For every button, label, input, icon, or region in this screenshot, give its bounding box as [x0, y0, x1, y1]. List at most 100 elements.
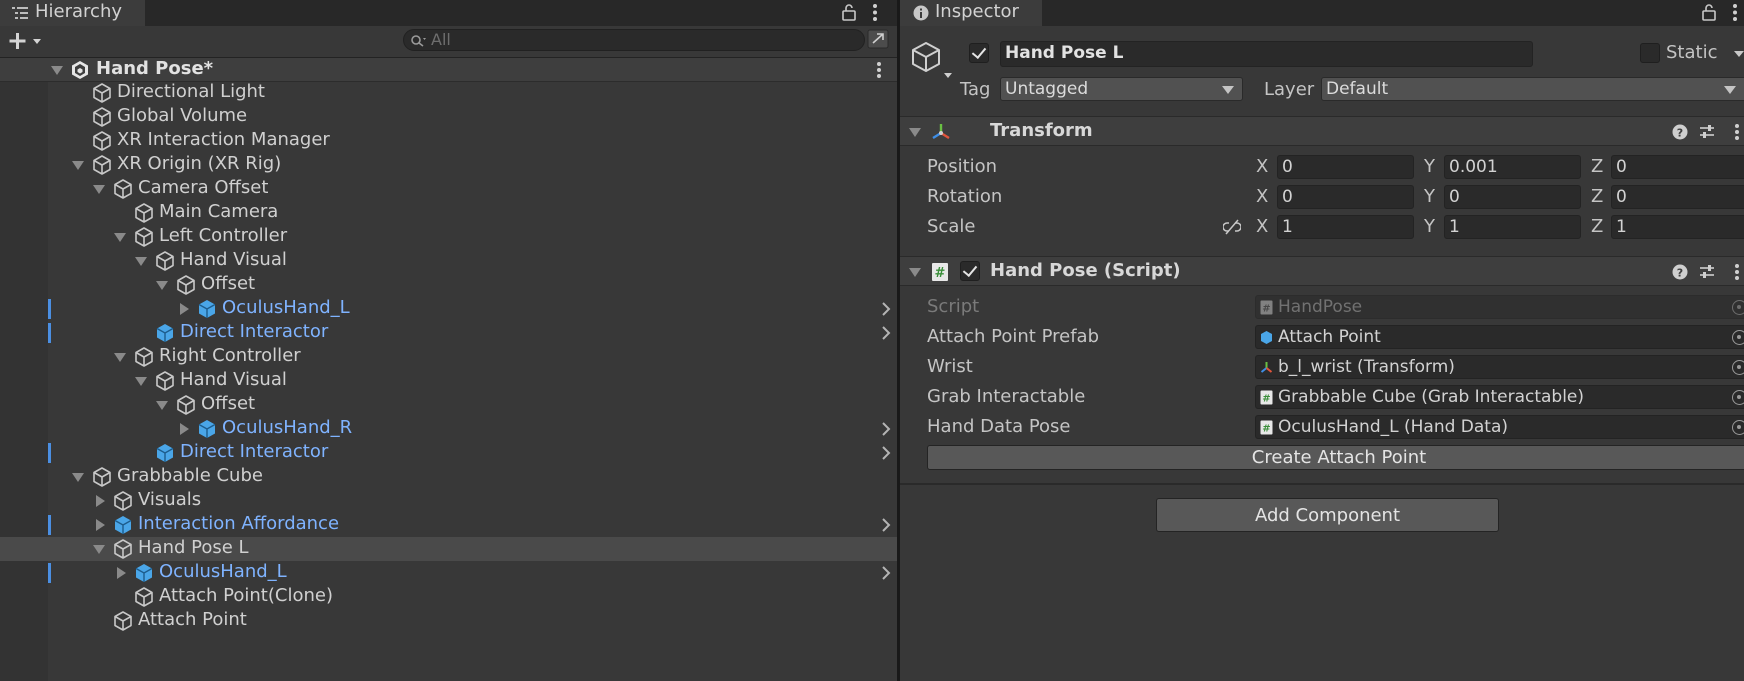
tab-hierarchy[interactable]: Hierarchy — [0, 0, 145, 26]
y-label[interactable]: Y — [1424, 156, 1435, 177]
hierarchy-item[interactable]: OculusHand_L — [0, 297, 897, 321]
hierarchy-item[interactable]: Hand Visual — [0, 369, 897, 393]
x-label[interactable]: X — [1256, 186, 1268, 207]
lock-icon[interactable] — [842, 4, 856, 21]
more-options-icon[interactable] — [1732, 3, 1738, 22]
collapse-arrow-icon[interactable] — [96, 519, 105, 531]
scale-z-field[interactable]: 1 — [1611, 215, 1744, 239]
object-picker-icon[interactable] — [1732, 360, 1744, 375]
expand-arrow-icon[interactable] — [114, 233, 126, 242]
hierarchy-item[interactable]: Offset — [0, 273, 897, 297]
y-label[interactable]: Y — [1424, 216, 1435, 237]
z-label[interactable]: Z — [1591, 186, 1603, 207]
expand-arrow-icon[interactable] — [156, 401, 168, 410]
object-name-field[interactable]: Hand Pose L — [1000, 41, 1533, 67]
add-dropdown-button[interactable] — [9, 32, 43, 50]
attach-point-prefab-field[interactable]: Attach Point — [1255, 325, 1744, 349]
hierarchy-item[interactable]: Direct Interactor — [0, 441, 897, 465]
hierarchy-item[interactable]: OculusHand_R — [0, 417, 897, 441]
constrain-proportions-icon[interactable] — [1223, 219, 1241, 235]
hierarchy-item[interactable]: Right Controller — [0, 345, 897, 369]
hierarchy-item[interactable]: Hand Visual — [0, 249, 897, 273]
scale-x-field[interactable]: 1 — [1277, 215, 1414, 239]
presets-icon[interactable] — [1698, 263, 1716, 281]
z-label[interactable]: Z — [1591, 156, 1603, 177]
open-prefab-arrow-icon[interactable] — [880, 565, 892, 581]
expand-arrow-icon[interactable] — [93, 185, 105, 194]
scene-row[interactable]: Hand Pose* — [0, 58, 897, 82]
hand-pose-script-header[interactable]: # Hand Pose (Script) ? — [900, 256, 1744, 286]
position-y-field[interactable]: 0.001 — [1444, 155, 1581, 179]
position-x-field[interactable]: 0 — [1277, 155, 1414, 179]
gameobject-icon[interactable] — [910, 40, 954, 84]
expand-arrow-icon[interactable] — [93, 545, 105, 554]
scene-visibility-icon[interactable] — [867, 29, 889, 49]
tab-inspector[interactable]: Inspector — [900, 0, 1042, 26]
rotation-z-field[interactable]: 0 — [1611, 185, 1744, 209]
open-prefab-arrow-icon[interactable] — [880, 421, 892, 437]
expand-arrow-icon[interactable] — [135, 377, 147, 386]
static-dropdown-icon[interactable] — [1734, 50, 1744, 58]
hierarchy-item[interactable]: XR Origin (XR Rig) — [0, 153, 897, 177]
component-more-icon[interactable] — [1734, 263, 1740, 281]
grab-interactable-field[interactable]: # Grabbable Cube (Grab Interactable) — [1255, 385, 1744, 409]
expand-arrow-icon[interactable] — [72, 473, 84, 482]
active-checkbox[interactable] — [969, 43, 989, 63]
static-checkbox[interactable] — [1640, 43, 1660, 63]
hand-data-pose-field[interactable]: # OculusHand_L (Hand Data) — [1255, 415, 1744, 439]
scene-more-icon[interactable] — [876, 61, 882, 79]
hierarchy-item[interactable]: Directional Light — [0, 81, 897, 105]
expand-arrow-icon[interactable] — [51, 66, 63, 75]
hierarchy-item[interactable]: Attach Point(Clone) — [0, 585, 897, 609]
y-label[interactable]: Y — [1424, 186, 1435, 207]
collapse-arrow-icon[interactable] — [117, 567, 126, 579]
foldout-arrow-icon[interactable] — [909, 128, 921, 137]
hierarchy-item[interactable]: Attach Point — [0, 609, 897, 633]
object-picker-icon[interactable] — [1732, 330, 1744, 345]
presets-icon[interactable] — [1698, 123, 1716, 141]
hierarchy-item[interactable]: Main Camera — [0, 201, 897, 225]
expand-arrow-icon[interactable] — [156, 281, 168, 290]
scale-y-field[interactable]: 1 — [1444, 215, 1581, 239]
x-label[interactable]: X — [1256, 156, 1268, 177]
tag-dropdown[interactable]: Untagged — [1000, 77, 1243, 101]
rotation-y-field[interactable]: 0 — [1444, 185, 1581, 209]
hierarchy-item[interactable]: Direct Interactor — [0, 321, 897, 345]
hierarchy-item[interactable]: Camera Offset — [0, 177, 897, 201]
wrist-field[interactable]: b_l_wrist (Transform) — [1255, 355, 1744, 379]
hierarchy-item[interactable]: Left Controller — [0, 225, 897, 249]
help-icon[interactable]: ? — [1672, 124, 1688, 140]
transform-header[interactable]: Transform ? — [900, 116, 1744, 146]
object-picker-icon[interactable] — [1732, 420, 1744, 435]
hierarchy-item[interactable]: Offset — [0, 393, 897, 417]
hierarchy-item[interactable]: OculusHand_L — [0, 561, 897, 585]
collapse-arrow-icon[interactable] — [96, 495, 105, 507]
hierarchy-item[interactable]: Visuals — [0, 489, 897, 513]
hierarchy-item[interactable]: Interaction Affordance — [0, 513, 897, 537]
collapse-arrow-icon[interactable] — [180, 303, 189, 315]
expand-arrow-icon[interactable] — [72, 161, 84, 170]
foldout-arrow-icon[interactable] — [909, 268, 921, 277]
lock-icon[interactable] — [1702, 4, 1716, 21]
open-prefab-arrow-icon[interactable] — [880, 325, 892, 341]
expand-arrow-icon[interactable] — [114, 353, 126, 362]
search-input[interactable]: All — [403, 29, 865, 51]
hierarchy-item[interactable]: Grabbable Cube — [0, 465, 897, 489]
z-label[interactable]: Z — [1591, 216, 1603, 237]
open-prefab-arrow-icon[interactable] — [880, 445, 892, 461]
rotation-x-field[interactable]: 0 — [1277, 185, 1414, 209]
layer-dropdown[interactable]: Default — [1321, 77, 1744, 101]
hierarchy-item-selected[interactable]: Hand Pose L — [0, 537, 897, 561]
hierarchy-item[interactable]: XR Interaction Manager — [0, 129, 897, 153]
collapse-arrow-icon[interactable] — [180, 423, 189, 435]
component-enabled-checkbox[interactable] — [960, 261, 980, 281]
object-picker-icon[interactable] — [1732, 390, 1744, 405]
open-prefab-arrow-icon[interactable] — [880, 517, 892, 533]
more-options-icon[interactable] — [872, 3, 878, 22]
open-prefab-arrow-icon[interactable] — [880, 301, 892, 317]
create-attach-point-button[interactable]: Create Attach Point — [927, 445, 1744, 470]
x-label[interactable]: X — [1256, 216, 1268, 237]
position-z-field[interactable]: 0 — [1611, 155, 1744, 179]
hierarchy-item[interactable]: Global Volume — [0, 105, 897, 129]
add-component-button[interactable]: Add Component — [1156, 498, 1499, 532]
